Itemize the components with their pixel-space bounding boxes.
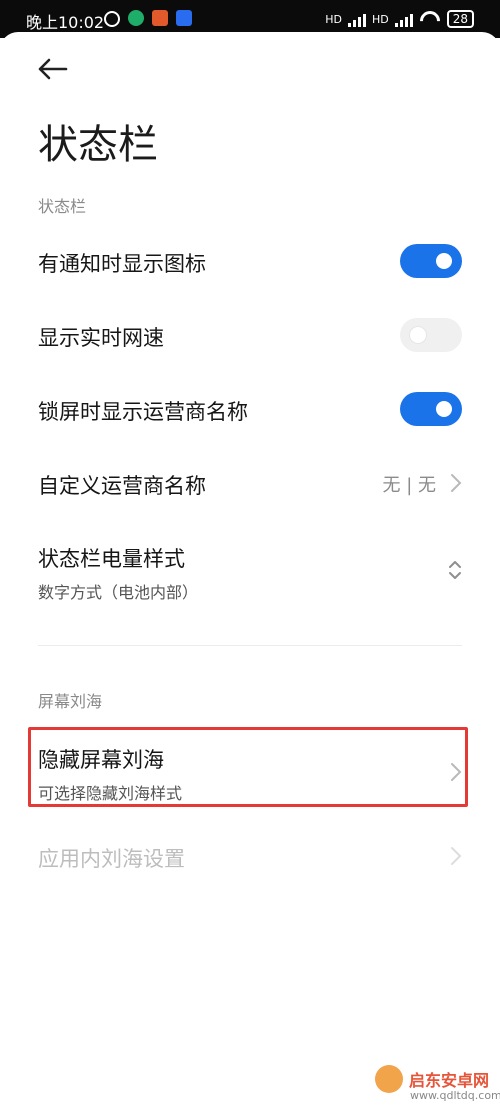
setting-row-hide-notch[interactable]: 隐藏屏幕刘海 可选择隐藏刘海样式 bbox=[38, 744, 462, 804]
wifi-icon bbox=[419, 11, 441, 27]
battery-icon: 28 bbox=[446, 10, 474, 28]
row-subtitle: 可选择隐藏刘海样式 bbox=[38, 784, 183, 803]
toggle-switch[interactable] bbox=[400, 244, 462, 278]
section-header: 状态栏 bbox=[38, 197, 87, 216]
setting-row-lockscreen-carrier[interactable]: 锁屏时显示运营商名称 bbox=[38, 392, 462, 426]
chevron-right-icon bbox=[451, 763, 462, 781]
toggle-switch[interactable] bbox=[400, 318, 462, 352]
status-right: HD HD 28 bbox=[325, 10, 474, 28]
section-header: 屏幕刘海 bbox=[38, 692, 103, 711]
back-arrow-icon[interactable] bbox=[38, 58, 68, 80]
signal-icon bbox=[394, 11, 413, 27]
alarm-icon bbox=[104, 11, 120, 27]
toggle-knob bbox=[410, 327, 426, 343]
status-time: 晚上10:02 bbox=[26, 13, 105, 32]
divider bbox=[38, 645, 462, 646]
toggle-switch[interactable] bbox=[400, 392, 462, 426]
row-title: 状态栏电量样式 bbox=[38, 547, 185, 571]
setting-row-notification-icons[interactable]: 有通知时显示图标 bbox=[38, 244, 462, 278]
setting-row-custom-carrier[interactable]: 自定义运营商名称 无 | 无 bbox=[38, 470, 462, 500]
chevron-up-down-icon bbox=[449, 561, 461, 579]
toggle-knob bbox=[436, 401, 452, 417]
setting-row-app-notch[interactable]: 应用内刘海设置 bbox=[38, 843, 462, 873]
row-title: 锁屏时显示运营商名称 bbox=[38, 400, 248, 424]
network-label: HD bbox=[325, 12, 342, 26]
chevron-right-icon bbox=[451, 474, 462, 492]
row-title: 有通知时显示图标 bbox=[38, 252, 206, 276]
row-title: 隐藏屏幕刘海 bbox=[38, 748, 164, 772]
app-notification-icon bbox=[152, 10, 168, 26]
shield-icon bbox=[128, 10, 144, 26]
row-title: 应用内刘海设置 bbox=[38, 847, 185, 871]
watermark-icon bbox=[375, 1065, 403, 1093]
row-subtitle: 数字方式（电池内部） bbox=[38, 583, 199, 602]
toggle-knob bbox=[436, 253, 452, 269]
page-title: 状态栏 bbox=[38, 122, 158, 168]
network-label: HD bbox=[371, 12, 389, 26]
watermark-brand: 启东安卓网 bbox=[409, 1071, 490, 1090]
signal-icon bbox=[347, 11, 366, 27]
setting-row-battery-style[interactable]: 状态栏电量样式 数字方式（电池内部） bbox=[38, 543, 462, 603]
setting-row-network-speed[interactable]: 显示实时网速 bbox=[38, 318, 462, 352]
translate-icon bbox=[176, 10, 192, 26]
row-value: 无 | 无 bbox=[382, 475, 436, 496]
row-title: 显示实时网速 bbox=[38, 326, 164, 350]
chevron-right-icon bbox=[451, 847, 462, 865]
watermark-url: www.qdltdq.com bbox=[410, 1089, 500, 1102]
